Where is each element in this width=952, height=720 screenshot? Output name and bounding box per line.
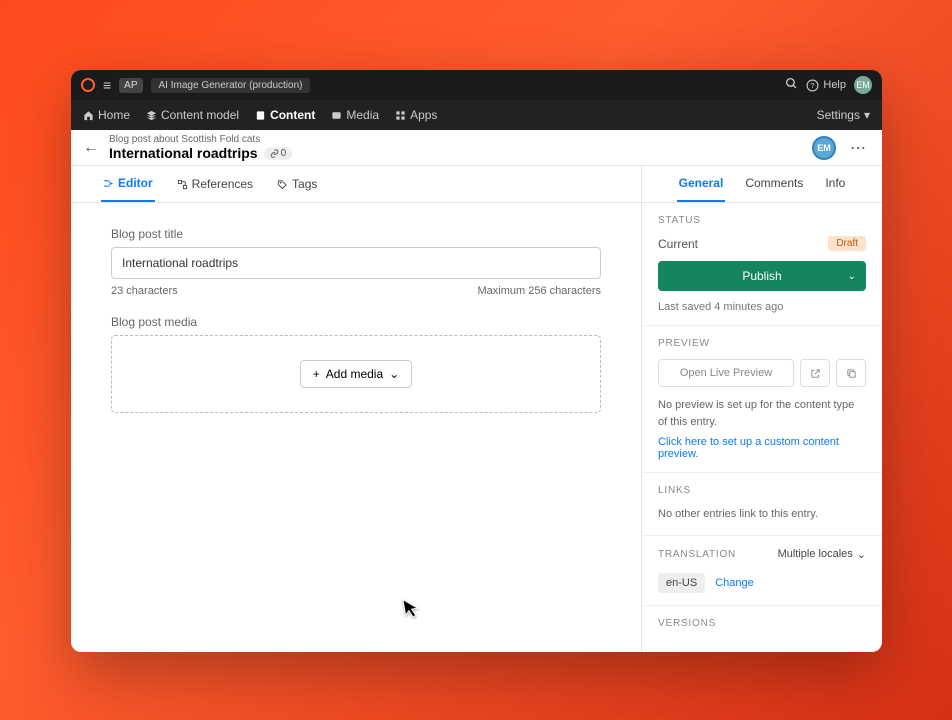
nav-settings[interactable]: Settings ▾: [817, 108, 870, 122]
char-max: Maximum 256 characters: [478, 285, 602, 297]
link-count-badge[interactable]: 0: [264, 147, 293, 160]
status-section: Status Current Draft Publish ⌄ Last save…: [642, 203, 882, 326]
translation-section: Translation Multiple locales ⌄ en-US Cha…: [642, 536, 882, 606]
nav-home[interactable]: Home: [83, 102, 130, 128]
locales-dropdown[interactable]: Multiple locales ⌄: [778, 548, 866, 561]
current-label: Current: [658, 237, 698, 251]
publish-button[interactable]: Publish ⌄: [658, 261, 866, 291]
side-tab-general[interactable]: General: [677, 166, 726, 202]
chevron-down-icon: ⌄: [857, 548, 866, 561]
translation-heading: Translation: [658, 549, 736, 560]
change-locale-link[interactable]: Change: [715, 577, 754, 589]
sidebar: General Comments Info Status Current Dra…: [642, 166, 882, 652]
title-input[interactable]: [111, 247, 601, 279]
title-field-label: Blog post title: [111, 227, 601, 241]
versions-section: Versions: [642, 606, 882, 651]
help-label: Help: [823, 79, 846, 91]
chevron-down-icon: ▾: [864, 108, 870, 122]
user-avatar[interactable]: EM: [812, 136, 836, 160]
links-text: No other entries link to this entry.: [658, 506, 866, 523]
tab-tags[interactable]: Tags: [275, 166, 319, 202]
entry-header: ← Blog post about Scottish Fold cats Int…: [71, 130, 882, 166]
svg-text:?: ?: [811, 81, 815, 90]
nav-media[interactable]: Media: [331, 102, 379, 128]
app-window: ≡ AP AI Image Generator (production) ? H…: [71, 70, 882, 652]
nav-content[interactable]: Content: [255, 102, 315, 128]
no-preview-text: No preview is set up for the content typ…: [658, 397, 866, 430]
logo-icon: [81, 78, 95, 92]
topbar: ≡ AP AI Image Generator (production) ? H…: [71, 70, 882, 100]
last-saved: Last saved 4 minutes ago: [658, 301, 866, 313]
breadcrumb: Blog post about Scottish Fold cats: [109, 134, 802, 145]
status-badge: Draft: [828, 236, 866, 251]
navbar: Home Content model Content Media Apps Se…: [71, 100, 882, 130]
side-tab-comments[interactable]: Comments: [743, 166, 805, 202]
form-body: Blog post title 23 characters Maximum 25…: [71, 203, 641, 455]
help-button[interactable]: ? Help: [806, 79, 846, 92]
sidebar-tabs: General Comments Info: [642, 166, 882, 203]
versions-heading: Versions: [658, 618, 866, 629]
nav-apps[interactable]: Apps: [395, 102, 437, 128]
plus-icon: +: [313, 367, 320, 381]
open-external-icon[interactable]: [800, 359, 830, 387]
chevron-down-icon: ⌄: [848, 271, 856, 282]
nav-content-model[interactable]: Content model: [146, 102, 239, 128]
links-heading: Links: [658, 485, 866, 496]
status-heading: Status: [658, 215, 866, 226]
media-dropzone[interactable]: + Add media ⌄: [111, 335, 601, 413]
media-field-label: Blog post media: [111, 315, 601, 329]
add-media-button[interactable]: + Add media ⌄: [300, 360, 412, 388]
locale-chip: en-US: [658, 573, 705, 593]
user-avatar-top[interactable]: EM: [854, 76, 872, 94]
app-name[interactable]: AI Image Generator (production): [151, 78, 311, 93]
tab-editor[interactable]: Editor: [101, 166, 155, 202]
search-icon[interactable]: [785, 77, 798, 93]
char-count: 23 characters: [111, 285, 178, 297]
side-tab-info[interactable]: Info: [823, 166, 847, 202]
open-live-preview-button[interactable]: Open Live Preview: [658, 359, 794, 387]
setup-preview-link[interactable]: Click here to set up a custom content pr…: [658, 436, 866, 460]
project-badge: AP: [119, 78, 142, 93]
copy-icon[interactable]: [836, 359, 866, 387]
main-pane: Editor References Tags Blog post title 2…: [71, 166, 642, 652]
tab-references[interactable]: References: [175, 166, 255, 202]
hamburger-icon[interactable]: ≡: [103, 77, 111, 93]
main-tabs: Editor References Tags: [71, 166, 641, 203]
more-menu[interactable]: ⋯: [846, 138, 870, 158]
preview-section: Preview Open Live Preview No preview is …: [642, 326, 882, 473]
back-button[interactable]: ←: [83, 139, 99, 157]
links-section: Links No other entries link to this entr…: [642, 473, 882, 536]
preview-heading: Preview: [658, 338, 866, 349]
page-title: International roadtrips 0: [109, 145, 802, 161]
chevron-down-icon: ⌄: [389, 367, 399, 381]
